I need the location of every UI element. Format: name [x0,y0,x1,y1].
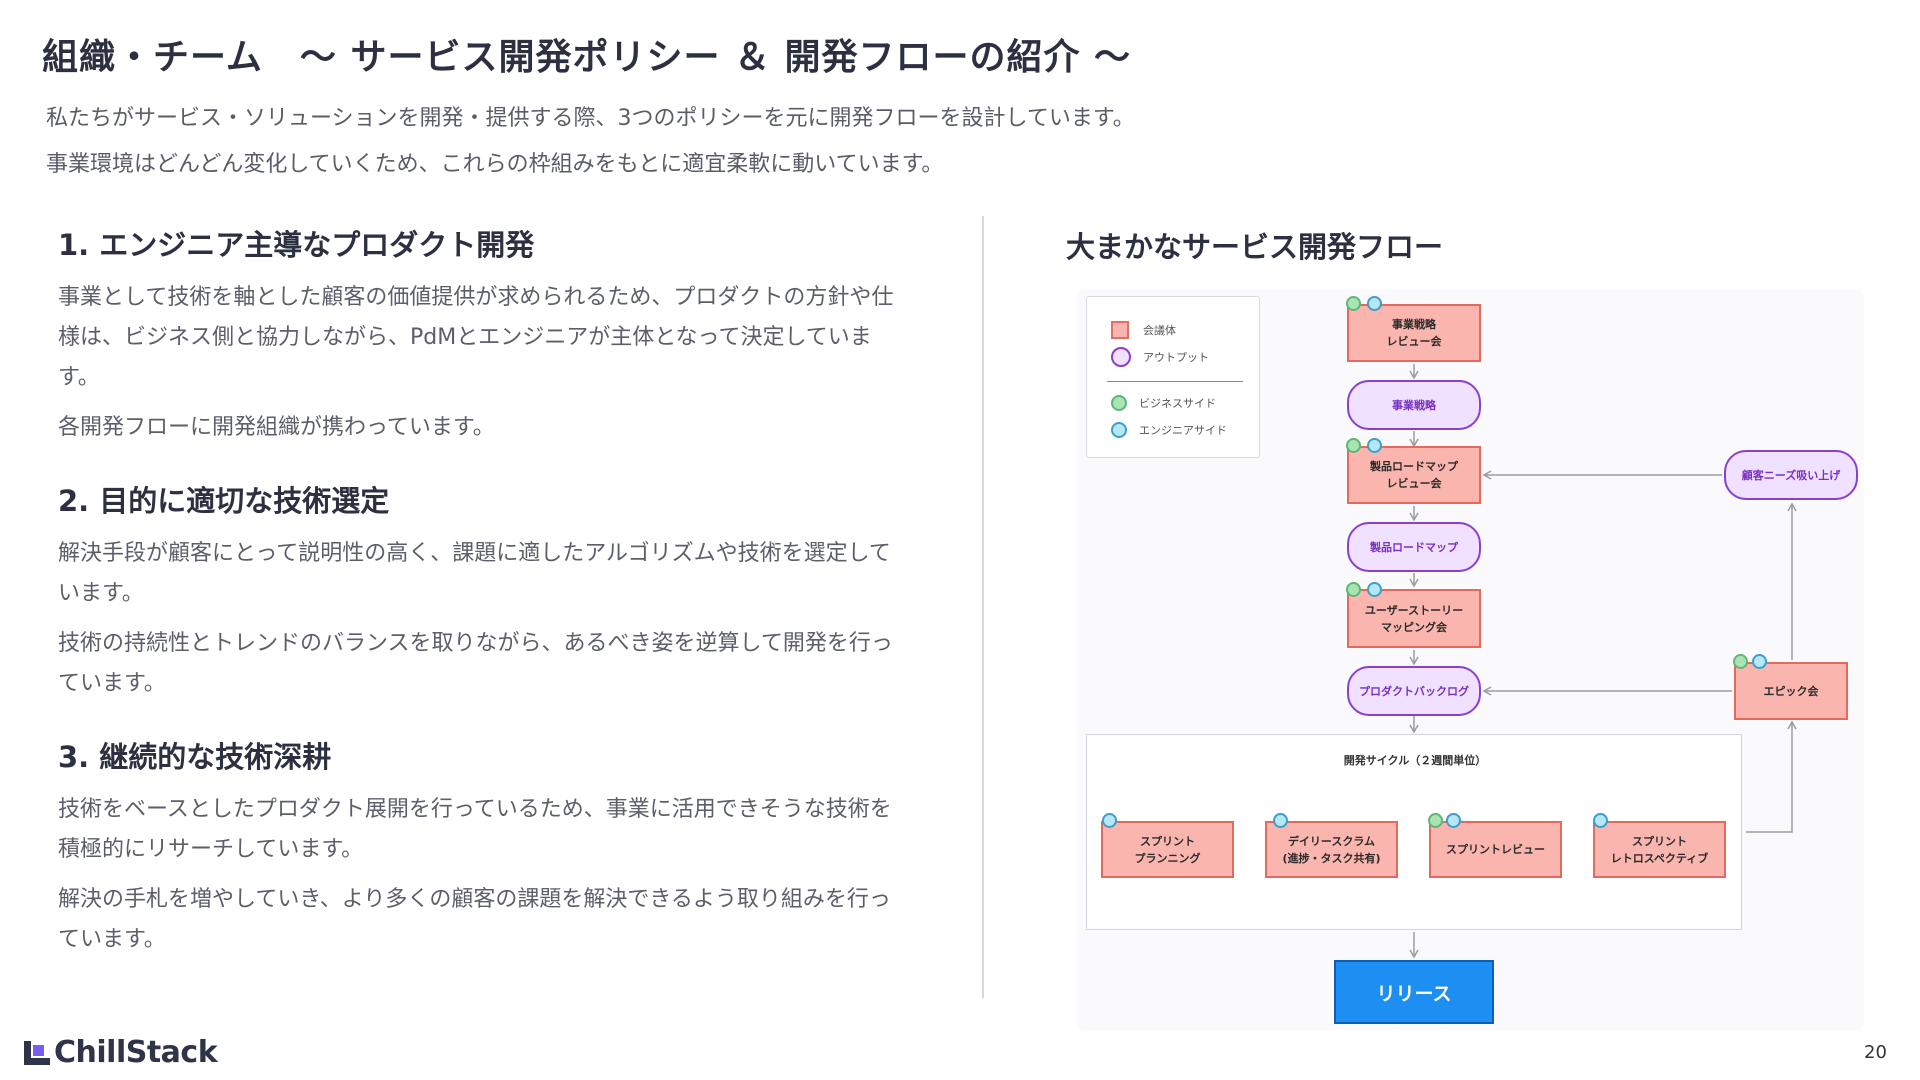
dev-cycle-label: 開発サイクル（２週間単位） [1343,754,1487,767]
engineer-dot-icon [1102,813,1117,828]
arrow-cycle-to-epic [1746,720,1797,833]
brand-name: ChillStack [54,1035,218,1070]
node-backlog: プロダクトバックログ [1347,666,1481,716]
node-roadmap: 製品ロードマップ [1347,522,1481,572]
business-dot-icon [1733,654,1748,669]
engineer-dot-icon [1367,582,1382,597]
business-dot-icon [1346,296,1361,311]
node-sprint-review: スプリントレビュー [1429,821,1562,878]
node-strategy-review: 事業戦略 レビュー会 [1347,304,1481,362]
node-roadmap-review: 製品ロードマップ レビュー会 [1347,446,1481,504]
page-number: 20 [1864,1042,1887,1063]
node-epic: エピック会 [1734,662,1848,720]
engineer-dot-icon [1593,813,1608,828]
engineer-dot-icon [1273,813,1288,828]
engineer-dot-icon [1446,813,1461,828]
node-strategy: 事業戦略 [1347,380,1481,430]
node-story-mapping: ユーザーストーリー マッピング会 [1347,589,1481,648]
business-dot-icon [1346,438,1361,453]
node-daily-scrum: デイリースクラム (進捗・タスク共有) [1265,821,1398,878]
engineer-dot-icon [1752,654,1767,669]
chillstack-logo-icon [24,1040,50,1065]
node-sprint-planning: スプリント プランニング [1101,821,1234,878]
brand-logo: ChillStack [24,1035,218,1070]
engineer-dot-icon [1367,296,1382,311]
business-dot-icon [1346,582,1361,597]
node-release: リリース [1334,960,1494,1024]
engineer-dot-icon [1367,438,1382,453]
business-dot-icon [1428,813,1443,828]
node-customer-needs: 顧客ニーズ吸い上げ [1724,450,1858,500]
node-sprint-retrospective: スプリント レトロスペクティブ [1593,821,1726,878]
